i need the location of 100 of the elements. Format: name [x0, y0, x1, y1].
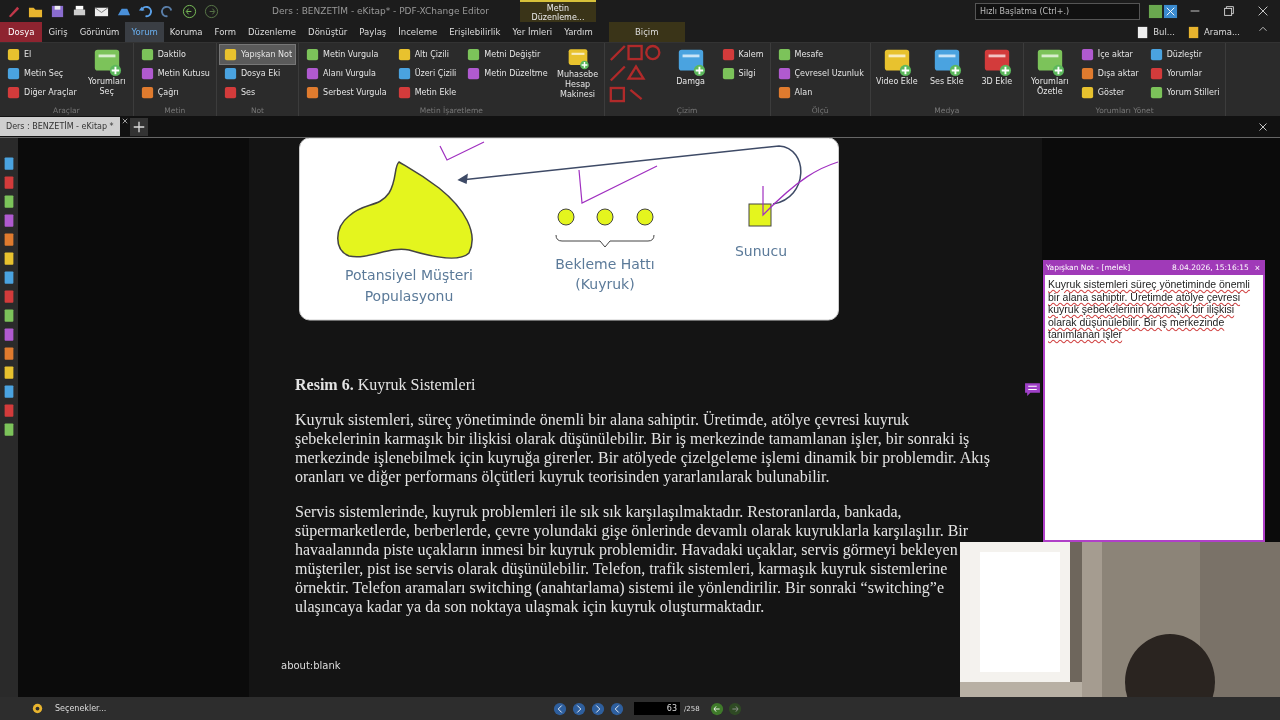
ribbon-button[interactable]: Silgi [717, 64, 767, 83]
ribbon-button[interactable]: Düzleştir [1145, 45, 1223, 64]
diagram-label: Sunucu [734, 243, 788, 259]
ribbon-button[interactable]: Yapışkan Not [219, 45, 296, 64]
fullscreen-icon[interactable] [1163, 3, 1178, 19]
ribbon-button[interactable]: Yorumlar [1145, 64, 1223, 83]
ribbon-button[interactable]: Yorumları Özetle [1026, 45, 1073, 102]
toolbar-button[interactable]: Bul... [1130, 22, 1181, 42]
tool-icon [1079, 66, 1095, 81]
ribbon-button[interactable]: Çağrı [136, 83, 213, 102]
ribbon-button[interactable]: Muhasebe Hesap Makinesi [554, 45, 601, 102]
panel-icon[interactable] [2, 232, 16, 247]
back-icon[interactable] [709, 701, 724, 716]
ribbon-button[interactable]: Metni Değiştir [463, 45, 551, 64]
page-nav-icon[interactable] [553, 701, 567, 716]
ribbon-button[interactable]: Göster [1076, 83, 1142, 102]
ribbon-button[interactable]: Üzeri Çizili [393, 64, 460, 83]
ribbon-button[interactable]: Altı Çizili [393, 45, 460, 64]
menu-tab[interactable]: Yardım [558, 22, 599, 42]
panel-icon[interactable] [2, 156, 16, 171]
ribbon-button[interactable]: Daktilo [136, 45, 213, 64]
menu-tab[interactable]: Yer İmleri [506, 22, 559, 42]
tool-icon [1148, 66, 1164, 81]
tool-icon [222, 85, 238, 100]
ribbon-button[interactable]: Alanı Vurgula [302, 64, 390, 83]
page-nav-icon[interactable] [610, 701, 624, 716]
ribbon-button[interactable]: Yorumları Seç [83, 45, 130, 102]
panel-icon[interactable] [2, 384, 16, 399]
ribbon-button[interactable]: Metin Düzeltme [463, 64, 551, 83]
forward-icon[interactable] [204, 3, 219, 19]
panel-icon[interactable] [2, 251, 16, 266]
menu-tab[interactable]: Yorum [125, 22, 164, 42]
panel-icon[interactable] [2, 327, 16, 342]
page-footer: about:blank [281, 660, 1042, 671]
ribbon-button[interactable]: Ses Ekle [923, 45, 970, 102]
close-icon[interactable] [1256, 4, 1270, 18]
ribbon-button[interactable]: Metin Kutusu [136, 64, 213, 83]
queue-circle [557, 208, 575, 226]
menu-tab[interactable]: Biçim [608, 22, 685, 42]
ribbon-button[interactable]: Metin Vurgula [302, 45, 390, 64]
document-tab[interactable]: Ders : BENZETİM - eKitap * [0, 117, 120, 136]
restore-icon[interactable] [1222, 4, 1236, 18]
ribbon-button[interactable]: Dışa aktar [1076, 64, 1142, 83]
panel-icon[interactable] [2, 270, 16, 285]
tool-icon [396, 66, 412, 81]
menu-tab[interactable]: Form [208, 22, 242, 42]
new-tab-icon[interactable] [129, 117, 148, 136]
ribbon-button[interactable]: Metin Seç [3, 64, 80, 83]
save-icon[interactable] [50, 3, 65, 19]
ribbon-button[interactable]: Alan [773, 83, 867, 102]
back-icon[interactable] [182, 3, 197, 19]
menu-tab[interactable]: Paylaş [353, 22, 393, 42]
menu-tab[interactable]: Görünüm [73, 22, 126, 42]
tab-close-icon[interactable] [121, 118, 128, 124]
menu-tab[interactable]: Düzenleme [242, 22, 303, 42]
panel-icon[interactable] [2, 422, 16, 437]
ribbon-button[interactable]: Ses [219, 83, 296, 102]
tool-icon [776, 66, 792, 81]
search-field[interactable]: Hızlı Başlatma (Ctrl+.) [975, 2, 1140, 20]
menu-tab[interactable]: Dönüştür [302, 22, 354, 42]
tool-icon [139, 66, 155, 81]
paragraph: Kuyruk sistemleri, süreç yönetiminde önemli bir alana sahiptir. Üretimde, atölye çevresi kuyruk şebekelerinin karmaşık bir ilişkisi olarak düşünülebilir. Bir iş merkezinde tamamlanan işler, bir sonraki iş merkezinde işlenebilmek için kuyruğa girerler. Bir atölyede çizelgeleme işlemi dinamik bir problemdir. Akış oranları ve diğer performans ölçütleri kuyruk teorisinden yararlanılarak bulunabilir. [295, 410, 990, 486]
panel-icon[interactable] [2, 308, 16, 323]
tool-icon [6, 85, 21, 100]
forward-icon[interactable] [727, 701, 742, 716]
panel-icon[interactable] [2, 213, 16, 228]
ribbon-button[interactable]: Çevresel Uzunluk [773, 64, 867, 83]
queue-circle [596, 208, 614, 226]
close-button[interactable]: × [1252, 262, 1262, 273]
options-button[interactable]: Seçenekler... [49, 703, 549, 714]
page-nav-icon[interactable] [591, 701, 605, 716]
server-square [748, 203, 772, 227]
ribbon-button[interactable]: Dosya Eki [219, 64, 296, 83]
panel-icon[interactable] [2, 194, 16, 209]
panel-icon[interactable] [2, 346, 16, 361]
menu-tab[interactable]: Dosya [0, 22, 43, 42]
panel-icon[interactable] [2, 365, 16, 380]
ribbon-button[interactable]: El [3, 45, 80, 64]
ribbon-button[interactable]: İçe aktar [1076, 45, 1142, 64]
ribbon-button[interactable]: Video Ekle [873, 45, 920, 102]
menu-tab[interactable]: Erişilebilirlik [443, 22, 507, 42]
page-number-field[interactable]: 63 [634, 702, 680, 715]
ribbon-button[interactable]: Mesafe [773, 45, 867, 64]
redo-icon[interactable] [160, 3, 175, 19]
undo-icon[interactable] [138, 3, 153, 19]
menu-tab[interactable]: Koruma [163, 22, 209, 42]
note-text[interactable]: Kuyruk sistemleri süreç yönetiminde önemli bir alana sahiptir. Üretimde atölye çevresi kuyruk şebekelerinin karmaşık bir ilişkisi olarak düşünülebilir. Bir iş merkezinde tanımlanan işler [1045, 275, 1263, 344]
ribbon-button[interactable]: Damga [667, 45, 714, 102]
page-nav-icon[interactable] [572, 701, 586, 716]
ribbon-button[interactable]: Diğer Araçlar [3, 83, 80, 102]
ribbon-button[interactable]: 3D Ekle [973, 45, 1020, 102]
comment-icon[interactable] [1024, 381, 1041, 398]
toolbar-button[interactable]: Arama... [1180, 22, 1246, 42]
ribbon-button[interactable]: Metin Ekle [393, 83, 460, 102]
menu-tab[interactable]: İnceleme [392, 22, 444, 42]
ribbon-button[interactable]: Serbest Vurgula [302, 83, 390, 102]
ribbon-button[interactable]: Kalem [717, 45, 767, 64]
ribbon-button[interactable]: Yorum Stilleri [1145, 83, 1223, 102]
menu-tab[interactable]: Giriş [42, 22, 74, 42]
tool-icon [6, 66, 21, 81]
